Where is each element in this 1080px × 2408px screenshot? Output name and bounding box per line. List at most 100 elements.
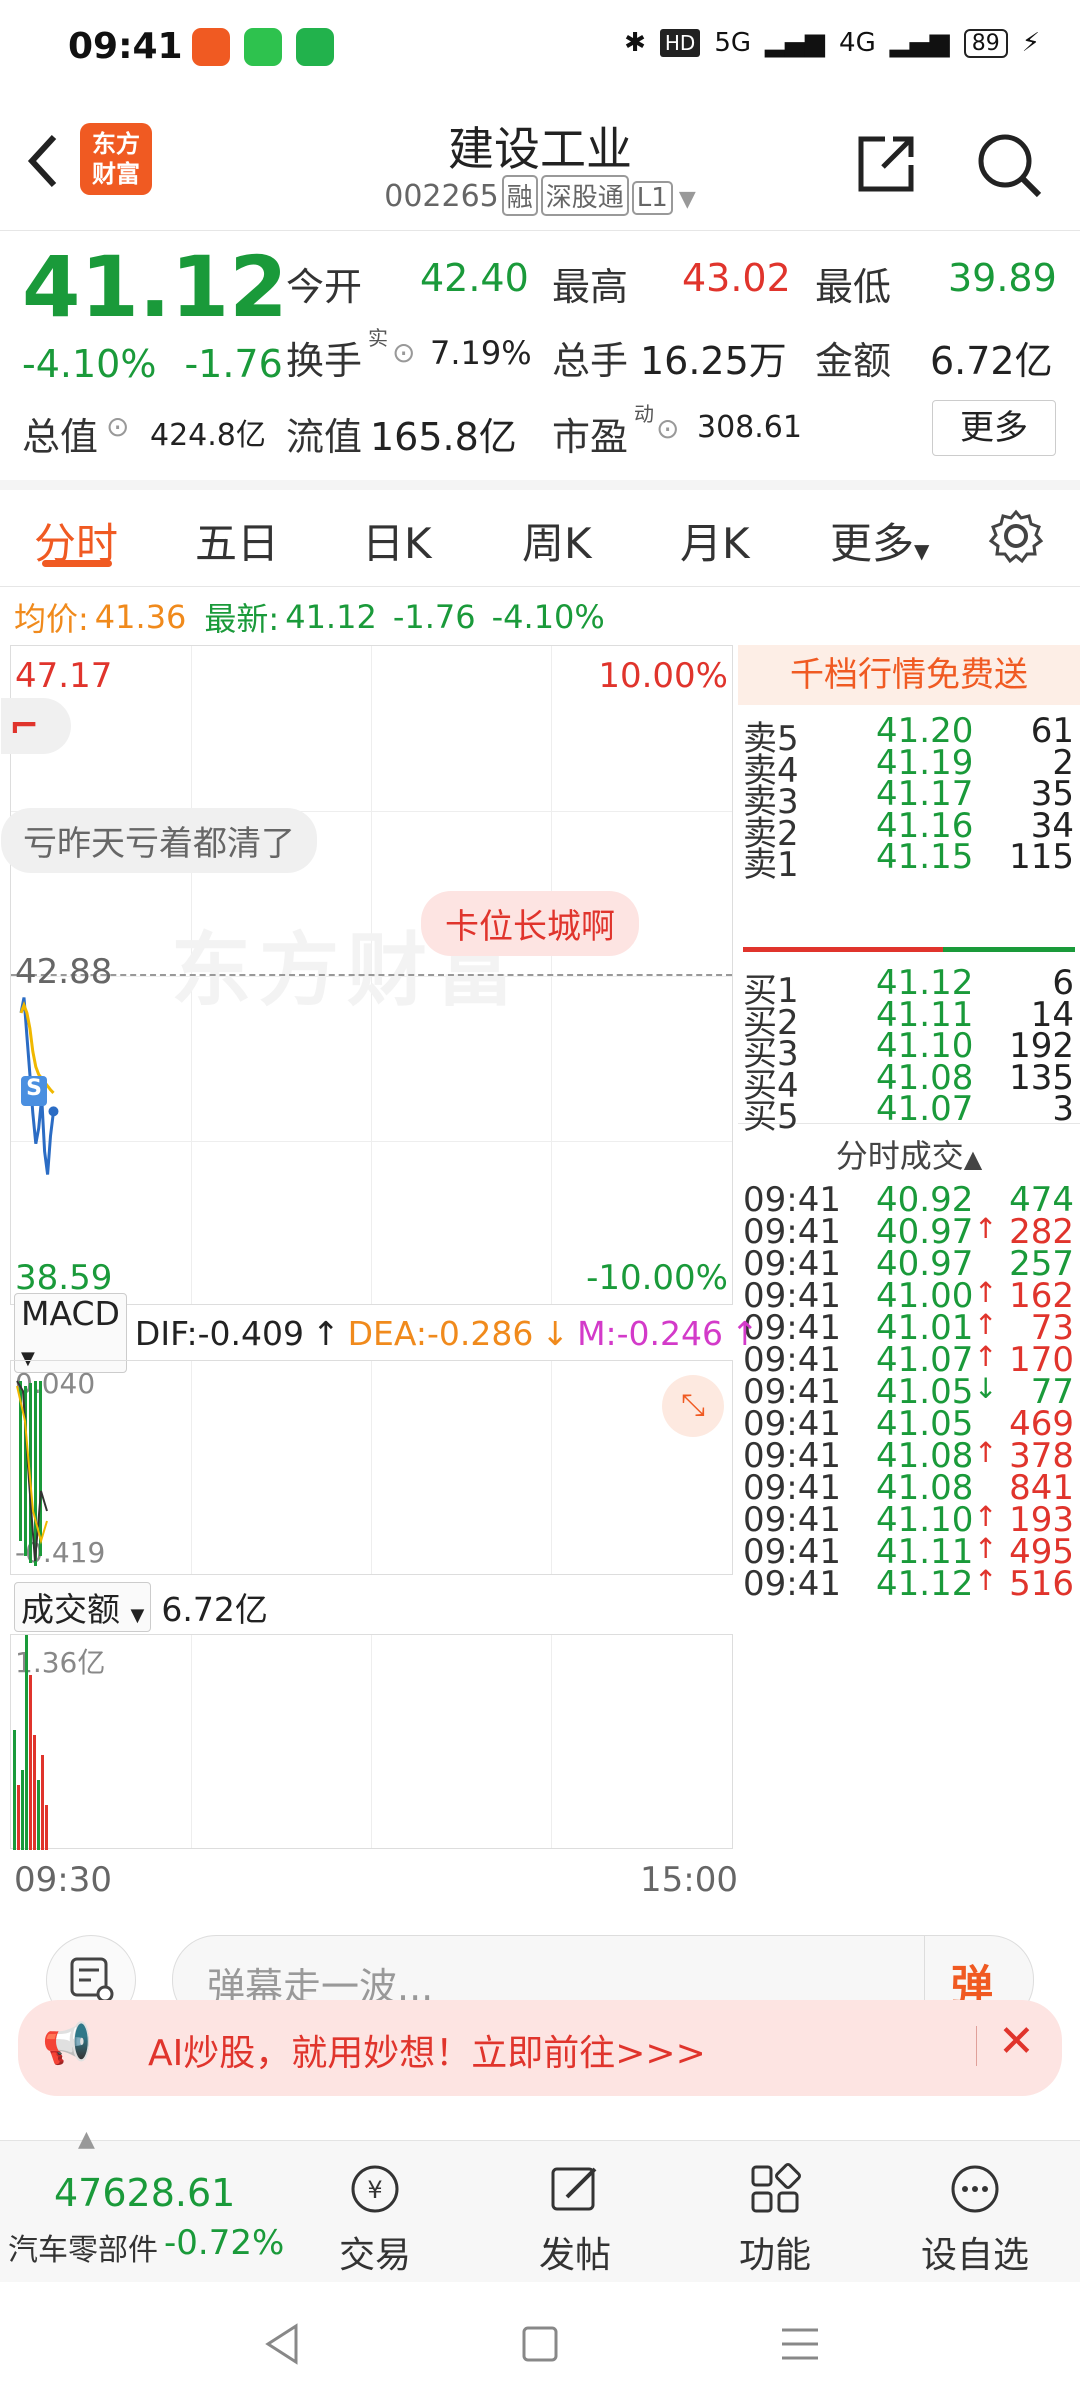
price-line-svg [19, 997, 59, 1175]
edit-icon [551, 2167, 597, 2211]
status-icons: ✱ HD 5G ▂▄▆ 4G ▂▄▆ 89 ⚡ [624, 28, 1040, 58]
latest-price-dot [48, 1106, 59, 1117]
divider [976, 2026, 977, 2066]
nav-home-icon[interactable] [520, 2324, 560, 2364]
last-value: 41.12 [285, 598, 377, 636]
battery-icon: 89 [963, 28, 1008, 58]
ad-banner[interactable]: 📢 AI炒股，就用妙想！立即前往>>> ✕ [18, 2000, 1062, 2096]
change-amount: -1.76 [184, 342, 283, 386]
caret-up-icon[interactable]: ▲ [78, 2127, 95, 2152]
mcap-value: 424.8亿 [150, 418, 266, 453]
trade-direction-icon: ↑ [974, 1212, 998, 1245]
nav-back-icon[interactable] [262, 2322, 302, 2366]
time-end-label: 15:00 [640, 1860, 738, 1900]
share-icon[interactable] [855, 133, 917, 195]
trade-time: 09:41 [743, 1564, 841, 1604]
pe-value: 308.61 [697, 410, 802, 445]
tab-daily-k[interactable]: 日K [362, 510, 432, 571]
level-tag: L1 [631, 181, 673, 215]
nav-menu-icon[interactable] [778, 2324, 822, 2364]
info-dots-icon[interactable]: ⊙ [392, 336, 415, 369]
bid-row[interactable]: 买5 41.07 3 [738, 1089, 1080, 1137]
last-price: 41.12 [22, 238, 288, 336]
last-label: 最新: [204, 600, 280, 638]
info-dots-icon-3[interactable]: ⊙ [656, 412, 679, 445]
caret-up-icon: ▲ [963, 1145, 983, 1173]
dif-arrow-icon: ↑ [311, 1313, 340, 1353]
level2-promo-banner[interactable]: 千档行情免费送 [738, 645, 1080, 705]
tab-more[interactable]: 更多▼ [830, 510, 929, 571]
post-label: 发帖 [538, 2235, 611, 2276]
svg-text:¥: ¥ [367, 2176, 382, 2204]
price-info-line: 均价: 41.36 最新: 41.12 -1.76 -4.10% [0, 592, 1080, 642]
float-value: 165.8亿 [370, 415, 517, 459]
connect-tag: 深股通 [540, 175, 629, 216]
amount-value: 6.72亿 [930, 339, 1053, 383]
turnover-sup: 实 [368, 326, 388, 350]
intraday-chart[interactable]: 东方财富 47.17 10.00% 42.88 38.59 -10.00% ⌐ … [1, 645, 733, 1305]
volume-chart[interactable]: 1.36亿 [10, 1634, 733, 1850]
signal-bars-icon-2: ▂▄▆ [889, 28, 950, 58]
expand-icon[interactable]: ⤡ [662, 1375, 724, 1437]
book-price: 41.15 [876, 837, 974, 877]
trade-icon: ¥ [351, 2165, 399, 2213]
index-pct: -0.72% [164, 2223, 285, 2263]
float-label: 流值 [286, 415, 363, 459]
trade-volume: 516 [1009, 1564, 1074, 1604]
sell-marker[interactable]: S [21, 1076, 47, 1106]
mcap-label: 总值 [22, 415, 99, 459]
grid-line [371, 1361, 372, 1574]
trade-direction-icon: ↑ [974, 1500, 998, 1533]
add-watchlist-button[interactable]: 设自选 [905, 2161, 1045, 2278]
megaphone-icon: 📢 [42, 2021, 92, 2067]
turnover-label: 换手 [286, 339, 363, 383]
function-button[interactable]: 功能 [705, 2161, 845, 2278]
change-pct: -4.10% [22, 342, 157, 386]
trade-price: 41.12 [876, 1564, 974, 1604]
search-icon[interactable] [975, 131, 1045, 201]
turnover-value: 7.19% [430, 334, 532, 372]
chevron-down-icon[interactable]: ▼ [679, 187, 696, 212]
change-line: -4.10% -1.76 [22, 342, 283, 386]
index-name[interactable]: 汽车零部件 [8, 2225, 158, 2269]
book-level-label: 买5 [743, 1097, 799, 1137]
book-level-label: 卖1 [743, 845, 799, 885]
open-value: 42.40 [420, 256, 529, 300]
trade-direction-icon: ↑ [974, 1276, 998, 1309]
dea-value: DEA:-0.286 [347, 1313, 534, 1353]
caret-down-icon: ▼ [914, 539, 930, 563]
ask-row[interactable]: 卖1 41.15 115 [738, 837, 1080, 885]
quote-panel: 41.12 -4.10% -1.76 今开 42.40 最高 43.02 最低 … [0, 230, 1080, 490]
trade-direction-icon: ↑ [974, 1436, 998, 1469]
stock-name: 建设工业 [448, 122, 632, 176]
info-dots-icon-2[interactable]: ⊙ [106, 410, 129, 443]
book-volume: 3 [1052, 1089, 1074, 1129]
clock: 09:41 [68, 26, 183, 67]
trade-button[interactable]: ¥ 交易 [305, 2161, 445, 2278]
index-value[interactable]: 47628.61 [54, 2171, 235, 2215]
tab-monthly-k[interactable]: 月K [680, 510, 750, 571]
tab-five-day[interactable]: 五日 [195, 510, 279, 571]
macd-chart[interactable]: 0.040 -0.419 ⤡ [10, 1360, 733, 1575]
hd-icon: HD [659, 29, 701, 57]
time-start-label: 09:30 [14, 1860, 112, 1900]
trade-direction-icon: ↑ [974, 1308, 998, 1341]
trades-title-label: 分时成交 [835, 1137, 964, 1175]
volume-amount: 6.72亿 [161, 1590, 268, 1629]
close-icon[interactable]: ✕ [998, 2016, 1035, 2067]
more-button[interactable]: 更多 [932, 400, 1056, 456]
bottom-toolbar: ▲ 47628.61 汽车零部件 -0.72% ¥ 交易 发帖 功能 设自选 [0, 2127, 1080, 2283]
m-arrow-icon: ↑ [731, 1313, 759, 1353]
margin-tag: 融 [501, 175, 538, 216]
post-button[interactable]: 发帖 [505, 2161, 645, 2278]
ad-text[interactable]: AI炒股，就用妙想！立即前往>>> [148, 2024, 706, 2076]
volume-selector[interactable]: 成交额 ▼ [14, 1582, 152, 1632]
chart-tabs: 分时 五日 日K 周K 月K 更多▼ [0, 490, 1080, 587]
tab-weekly-k[interactable]: 周K [522, 510, 592, 571]
grid-line [371, 1635, 372, 1848]
app-notification-icon [192, 28, 230, 66]
more-dots-icon [951, 2165, 999, 2213]
low-value: 39.89 [948, 256, 1057, 300]
settings-gear-icon[interactable] [988, 508, 1044, 564]
order-book: 千档行情免费送 分时成交▲ 卖5 41.20 61 卖4 41.19 2 卖3 41.17 35… [738, 645, 1080, 1910]
